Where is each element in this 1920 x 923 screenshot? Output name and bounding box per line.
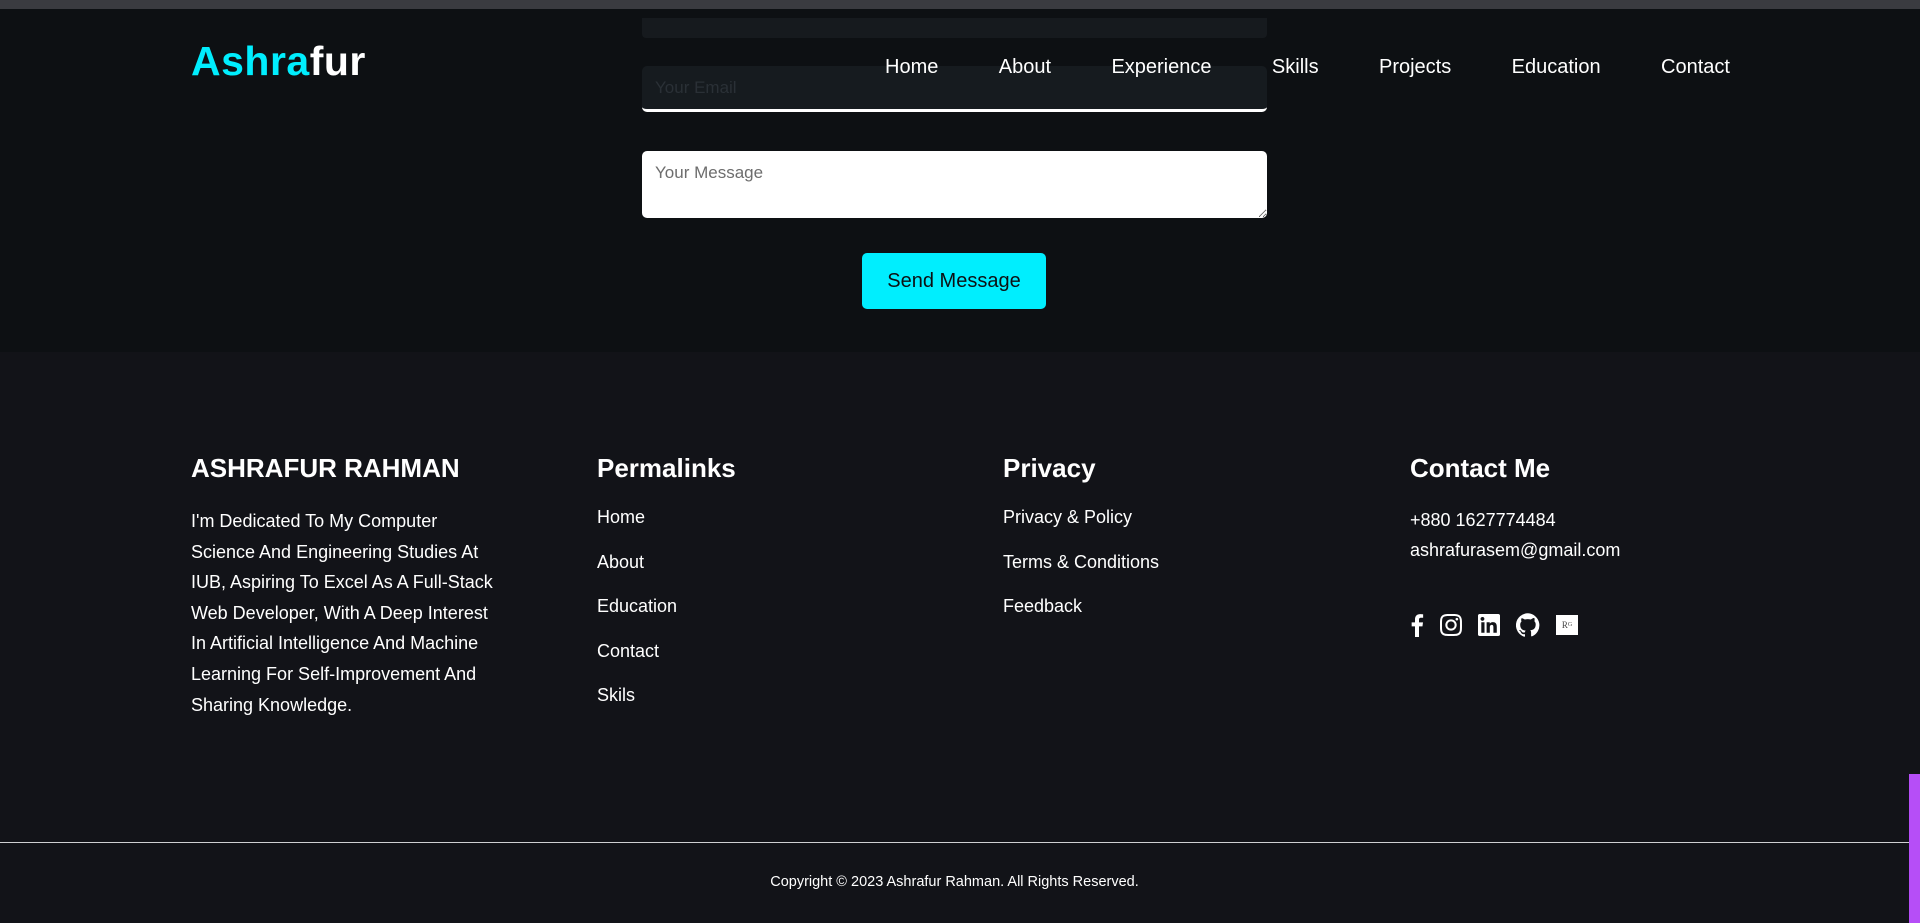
list-item: Terms & Conditions <box>1003 551 1303 596</box>
footer-about-text: I'm Dedicated To My Computer Science And… <box>191 511 493 715</box>
instagram-icon[interactable] <box>1440 614 1462 636</box>
main-nav: Home About Experience Skills Projects Ed… <box>885 47 1730 87</box>
contact-title: Contact Me <box>1410 453 1551 483</box>
linkedin-icon[interactable] <box>1478 614 1500 636</box>
navbar: Ashrafur Home About Experience Skills Pr… <box>0 9 1920 109</box>
footer-link-about[interactable]: About <box>597 552 644 572</box>
nav-contact[interactable]: Contact <box>1661 47 1730 87</box>
footer-link-privacy-policy[interactable]: Privacy & Policy <box>1003 507 1132 527</box>
list-item: Feedback <box>1003 595 1303 640</box>
message-input[interactable] <box>642 151 1267 218</box>
scroll-progress-indicator <box>1909 774 1920 923</box>
footer-link-home[interactable]: Home <box>597 507 645 527</box>
list-item: Home <box>597 506 897 551</box>
contact-email: ashrafurasem@gmail.com <box>1410 540 1621 560</box>
contact-phone: +880 1627774484 <box>1410 510 1556 530</box>
footer-contact-column: Contact Me +880 1627774484 ashrafurasem@… <box>1410 452 1710 637</box>
list-item: Skils <box>597 684 897 729</box>
footer-link-education[interactable]: Education <box>597 596 677 616</box>
nav-projects[interactable]: Projects <box>1379 47 1451 87</box>
social-links: RG <box>1410 613 1710 637</box>
privacy-list: Privacy & Policy Terms & Conditions Feed… <box>1003 506 1303 640</box>
researchgate-icon[interactable]: RG <box>1556 615 1578 635</box>
window-top-bar <box>0 0 1920 9</box>
privacy-title: Privacy <box>1003 453 1096 483</box>
footer-privacy-column: Privacy Privacy & Policy Terms & Conditi… <box>1003 452 1303 640</box>
send-message-button[interactable]: Send Message <box>862 253 1046 309</box>
logo-text: fur <box>309 38 366 84</box>
footer-link-contact[interactable]: Contact <box>597 641 659 661</box>
nav-experience[interactable]: Experience <box>1111 47 1211 87</box>
list-item: Education <box>597 595 897 640</box>
nav-home[interactable]: Home <box>885 47 938 87</box>
footer-divider <box>0 842 1909 843</box>
footer-link-skills[interactable]: Skils <box>597 685 635 705</box>
facebook-icon[interactable] <box>1410 613 1424 637</box>
github-icon[interactable] <box>1516 613 1540 637</box>
permalinks-list: Home About Education Contact Skils <box>597 506 897 729</box>
footer-link-terms[interactable]: Terms & Conditions <box>1003 552 1159 572</box>
footer: ASHRAFUR RAHMAN I'm Dedicated To My Comp… <box>0 352 1920 842</box>
nav-about[interactable]: About <box>999 47 1051 87</box>
nav-education[interactable]: Education <box>1512 47 1601 87</box>
footer-permalinks-column: Permalinks Home About Education Contact … <box>597 452 897 729</box>
list-item: Contact <box>597 640 897 685</box>
copyright-text: Copyright © 2023 Ashrafur Rahman. All Ri… <box>770 874 1139 890</box>
site-logo[interactable]: Ashrafur <box>191 36 366 86</box>
list-item: About <box>597 551 897 596</box>
logo-accent-text: Ashra <box>191 38 310 84</box>
footer-about-column: ASHRAFUR RAHMAN I'm Dedicated To My Comp… <box>191 452 501 738</box>
footer-link-feedback[interactable]: Feedback <box>1003 596 1082 616</box>
footer-about-title: ASHRAFUR RAHMAN <box>191 453 460 483</box>
permalinks-title: Permalinks <box>597 453 736 483</box>
list-item: Privacy & Policy <box>1003 506 1303 551</box>
nav-skills[interactable]: Skills <box>1272 47 1319 87</box>
